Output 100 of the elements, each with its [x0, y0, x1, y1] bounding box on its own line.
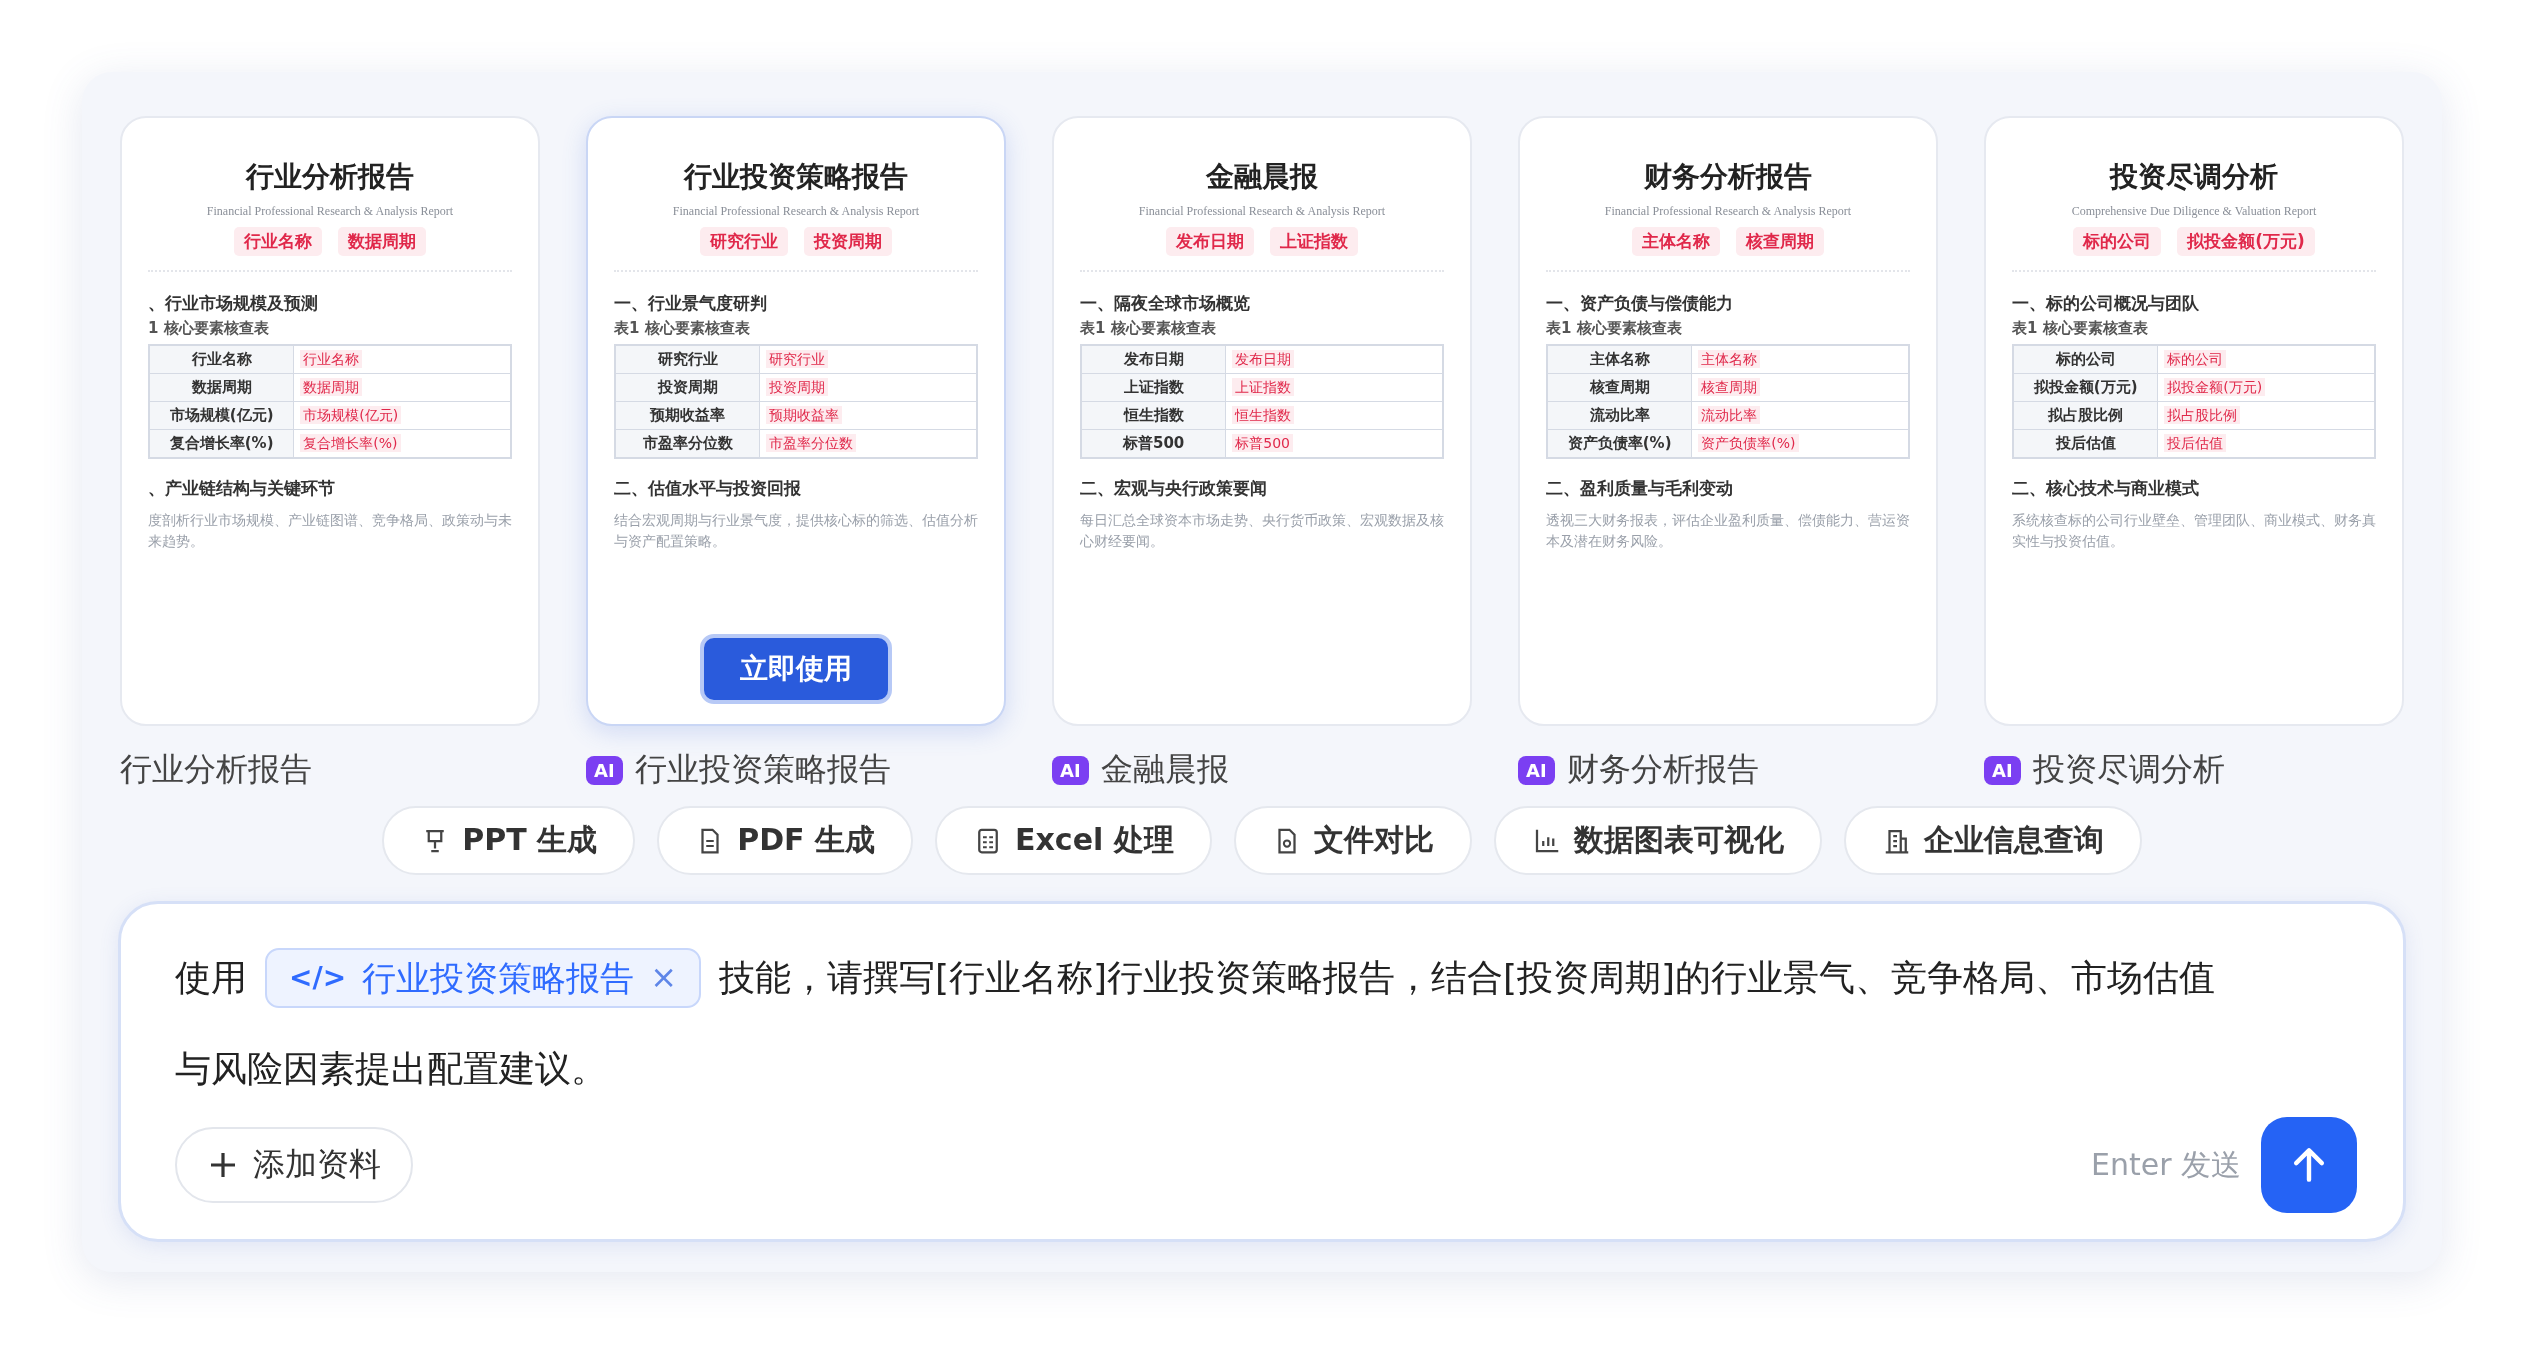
placeholder-tag: 行业名称 [234, 227, 322, 256]
table-caption: 1 核心要素核查表 [148, 319, 269, 338]
ai-badge: AI [1052, 755, 1089, 785]
table-cell: 预期收益率 [766, 406, 843, 424]
card-summary: 度剖析行业市场规模、产业链图谱、竞争格局、政策动与未来趋势。 [148, 511, 512, 551]
card-title: 行业投资策略报告 [684, 159, 908, 195]
section-heading: 二、估值水平与投资回报 [614, 477, 801, 500]
section-heading: 一、资产负债与偿债能力 [1546, 292, 1733, 315]
card-title: 财务分析报告 [1644, 159, 1812, 195]
add-material-button[interactable]: 添加资料 [175, 1127, 413, 1203]
table-cell: 市盈率分位数 [615, 429, 760, 458]
table-cell: 标的公司 [2013, 345, 2158, 374]
tool-chip[interactable]: Excel 处理 [935, 806, 1212, 875]
placeholder-tag: 主体名称 [1632, 227, 1720, 256]
code-symbol: </> [289, 959, 347, 996]
template-card[interactable]: 投资尽调分析 Comprehensive Due Diligence & Valuation Report 标的公司 拟投金额(万元) 一、标的公司概况与团队 表1 核心要素核查表 标的公司 标的公司 拟投金额(万元) 拟投金额(万元) 拟占股比例 拟占股比例 投后估值 投后估值 二、核心技术与商业模式 系统核查标的公司行业壁垒、管理团队、商业模式、财务真实性与投资估值。 [1984, 116, 2404, 726]
prompt-input[interactable]: 使用 </> 行业投资策略报告 × 技能，请撰写[行业名称]行业投资策略报告，结合[投资周期]的行业景气、竞争格局、市场估值 与风险因素提出配置建议。 添加资料 Enter 发送 [118, 901, 2406, 1242]
table-cell: 拟投金额(万元) [2164, 378, 2266, 396]
card-summary: 透视三大财务报表，评估企业盈利质量、偿债能力、营运资本及潜在财务风险。 [1546, 511, 1910, 551]
table-caption: 表1 核心要素核查表 [1080, 319, 1216, 338]
table-cell: 投资周期 [615, 373, 760, 402]
table-cell: 主体名称 [1698, 350, 1761, 368]
table-cell: 恒生指数 [1081, 401, 1226, 430]
table-cell: 流动比率 [1698, 406, 1761, 424]
table-cell: 上证指数 [1232, 378, 1295, 396]
table-cell: 拟投金额(万元) [2013, 373, 2158, 402]
card-title: 投资尽调分析 [2110, 159, 2278, 195]
table-cell: 拟占股比例 [2164, 406, 2241, 424]
table-cell: 资产负债率(%) [1698, 434, 1799, 452]
template-label[interactable]: 投资尽调分析 [2032, 748, 2225, 792]
template-card[interactable]: 财务分析报告 Financial Professional Research & Analysis Report 主体名称 核查周期 一、资产负债与偿债能力 表1 核心要素核查表 主体名称 主体名称 核查周期 核查周期 流动比率 流动比率 资产负债率(%) 资产负债率(%) 二、盈利质量与毛利变动 透视三大财务报表，评估企业盈利质量、偿债能力、营运资本及潜在财务风险。 [1518, 116, 1938, 726]
placeholder-tag: 发布日期 [1166, 227, 1254, 256]
card-summary: 结合宏观周期与行业景气度，提供核心标的筛选、估值分析与资产配置策略。 [614, 511, 978, 551]
section-heading: 、产业链结构与关键环节 [148, 477, 335, 500]
card-summary: 每日汇总全球资本市场走势、央行货币政策、宏观数据及核心财经要闻。 [1080, 511, 1444, 551]
table-cell: 市盈率分位数 [766, 434, 857, 452]
send-hint: Enter 发送 [2090, 1145, 2241, 1184]
section-heading: 二、核心技术与商业模式 [2012, 477, 2199, 500]
section-heading: 一、隔夜全球市场概览 [1080, 292, 1250, 315]
ai-badge: AI [1518, 755, 1555, 785]
table-cell: 数据周期 [300, 378, 363, 396]
template-label[interactable]: 行业分析报告 [120, 748, 312, 792]
table-cell: 上证指数 [1081, 373, 1226, 402]
section-heading: 二、宏观与央行政策要闻 [1080, 477, 1267, 500]
table-cell: 市场规模(亿元) [300, 406, 402, 424]
placeholder-tag: 拟投金额(万元) [2177, 227, 2315, 256]
table-cell: 复合增长率(%) [300, 434, 401, 452]
tool-chip[interactable]: 文件对比 [1233, 806, 1472, 875]
table-caption: 表1 核心要素核查表 [2012, 319, 2148, 338]
table-cell: 数据周期 [149, 373, 294, 402]
template-card[interactable]: 行业投资策略报告 Financial Professional Research & Analysis Report 研究行业 投资周期 一、行业景气度研判 表1 核心要素核查表 研究行业 研究行业 投资周期 投资周期 预期收益率 预期收益率 市盈率分位数 市盈率分位数 二、估值水平与投资回报 结合宏观周期与行业景气度，提供核心标的筛选、估值分析与资产配置策略。 立即使用 [586, 116, 1006, 726]
prompt-text: 使用 [175, 956, 247, 1000]
table-cell: 标普500 [1081, 429, 1226, 458]
table-caption: 表1 核心要素核查表 [614, 319, 750, 338]
tool-chip[interactable]: PPT 生成 [382, 806, 636, 875]
placeholder-tag: 上证指数 [1270, 227, 1358, 256]
table-cell: 拟占股比例 [2013, 401, 2158, 430]
table-cell: 流动比率 [1547, 401, 1692, 430]
section-heading: 二、盈利质量与毛利变动 [1546, 477, 1733, 500]
ai-badge: AI [1984, 755, 2021, 785]
table-cell: 市场规模(亿元) [149, 401, 294, 430]
card-summary: 系统核查标的公司行业壁垒、管理团队、商业模式、财务真实性与投资估值。 [2012, 511, 2376, 551]
table-cell: 资产负债率(%) [1547, 429, 1692, 458]
table-cell: 发布日期 [1232, 350, 1295, 368]
table-cell: 预期收益率 [615, 401, 760, 430]
skill-name: 行业投资策略报告 [362, 956, 635, 1000]
tool-chip[interactable]: 企业信息查询 [1843, 806, 2142, 875]
card-subtitle: Financial Professional Research & Analysis Report [672, 204, 920, 219]
table-cell: 投资周期 [766, 378, 829, 396]
template-label[interactable]: 金融晨报 [1100, 748, 1229, 792]
section-heading: 一、行业景气度研判 [614, 292, 767, 315]
table-cell: 投后估值 [2013, 429, 2158, 458]
template-label[interactable]: 财务分析报告 [1566, 748, 1759, 792]
prompt-text: 技能，请撰写[行业名称]行业投资策略报告，结合[投资周期]的行业景气、竞争格局、市场估值 [718, 956, 2216, 1000]
template-label[interactable]: 行业投资策略报告 [634, 748, 891, 792]
table-cell: 行业名称 [300, 350, 363, 368]
table-cell: 发布日期 [1081, 345, 1226, 374]
placeholder-tag: 数据周期 [338, 227, 426, 256]
table-cell: 核查周期 [1547, 373, 1692, 402]
use-now-button[interactable]: 立即使用 [700, 634, 892, 704]
table-cell: 恒生指数 [1232, 406, 1295, 424]
card-subtitle: Financial Professional Research & Analysis Report [1138, 204, 1386, 219]
template-card[interactable]: 金融晨报 Financial Professional Research & Analysis Report 发布日期 上证指数 一、隔夜全球市场概览 表1 核心要素核查表 发布日期 发布日期 上证指数 上证指数 恒生指数 恒生指数 标普500 标普500 二、宏观与央行政策要闻 每日汇总全球资本市场走势、央行货币政策、宏观数据及核心财经要闻。 [1052, 116, 1472, 726]
card-subtitle: Financial Professional Research & Analysis Report [206, 204, 454, 219]
section-heading: 、行业市场规模及预测 [148, 292, 318, 315]
send-button[interactable] [2261, 1117, 2357, 1213]
template-card[interactable]: 行业分析报告 Financial Professional Research & Analysis Report 行业名称 数据周期 、行业市场规模及预测 1 核心要素核查表 行业名称 行业名称 数据周期 数据周期 市场规模(亿元) 市场规模(亿元) 复合增长率(%) 复合增长率(%) 、产业链结构与关键环节 度剖析行业市场规模、产业链图谱、竞争格局、政策动与未来趋势。 [120, 116, 540, 726]
table-cell: 标的公司 [2164, 350, 2227, 368]
placeholder-tag: 核查周期 [1736, 227, 1824, 256]
table-caption: 表1 核心要素核查表 [1546, 319, 1682, 338]
table-cell: 行业名称 [149, 345, 294, 374]
skill-tag[interactable]: </> 行业投资策略报告 × [265, 947, 701, 1009]
card-title: 金融晨报 [1206, 159, 1318, 195]
table-cell: 研究行业 [615, 345, 760, 374]
tool-chip[interactable]: PDF 生成 [657, 806, 913, 875]
section-heading: 一、标的公司概况与团队 [2012, 292, 2199, 315]
table-cell: 核查周期 [1698, 378, 1761, 396]
placeholder-tag: 研究行业 [700, 227, 788, 256]
table-cell: 标普500 [1232, 434, 1294, 452]
tool-chip[interactable]: 数据图表可视化 [1493, 806, 1822, 875]
